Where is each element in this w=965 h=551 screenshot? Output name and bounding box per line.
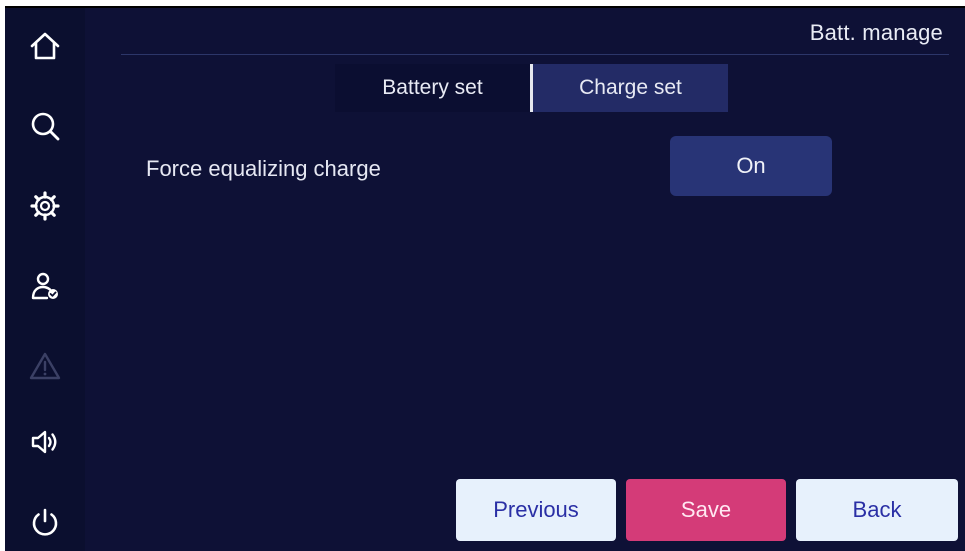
save-button[interactable]: Save <box>626 479 786 541</box>
tab-battery-set[interactable]: Battery set <box>335 64 530 112</box>
sidebar-item-search[interactable] <box>23 104 67 148</box>
sidebar-item-power[interactable] <box>23 500 67 544</box>
sidebar-item-sound[interactable] <box>23 420 67 464</box>
sidebar-item-home[interactable] <box>23 24 67 68</box>
home-icon <box>30 32 60 60</box>
title-divider <box>121 54 949 55</box>
gear-icon <box>30 191 60 221</box>
sidebar-item-alarm[interactable] <box>23 344 67 388</box>
sidebar-item-settings[interactable] <box>23 184 67 228</box>
screen: Batt. manage Battery set Charge set Forc… <box>5 6 965 551</box>
search-icon <box>31 112 60 141</box>
sidebar <box>5 8 85 551</box>
sidebar-item-user[interactable] <box>23 264 67 308</box>
back-button[interactable]: Back <box>796 479 958 541</box>
speaker-icon <box>31 430 57 454</box>
tab-bar: Battery set Charge set <box>335 64 728 112</box>
user-check-icon <box>31 272 58 300</box>
power-icon <box>32 508 58 536</box>
force-equalizing-charge-label: Force equalizing charge <box>146 156 381 181</box>
previous-button[interactable]: Previous <box>456 479 616 541</box>
page-title: Batt. manage <box>809 20 943 45</box>
tab-charge-set[interactable]: Charge set <box>533 64 728 112</box>
force-equalizing-charge-toggle[interactable]: On <box>670 136 832 196</box>
warning-icon <box>29 352 61 380</box>
